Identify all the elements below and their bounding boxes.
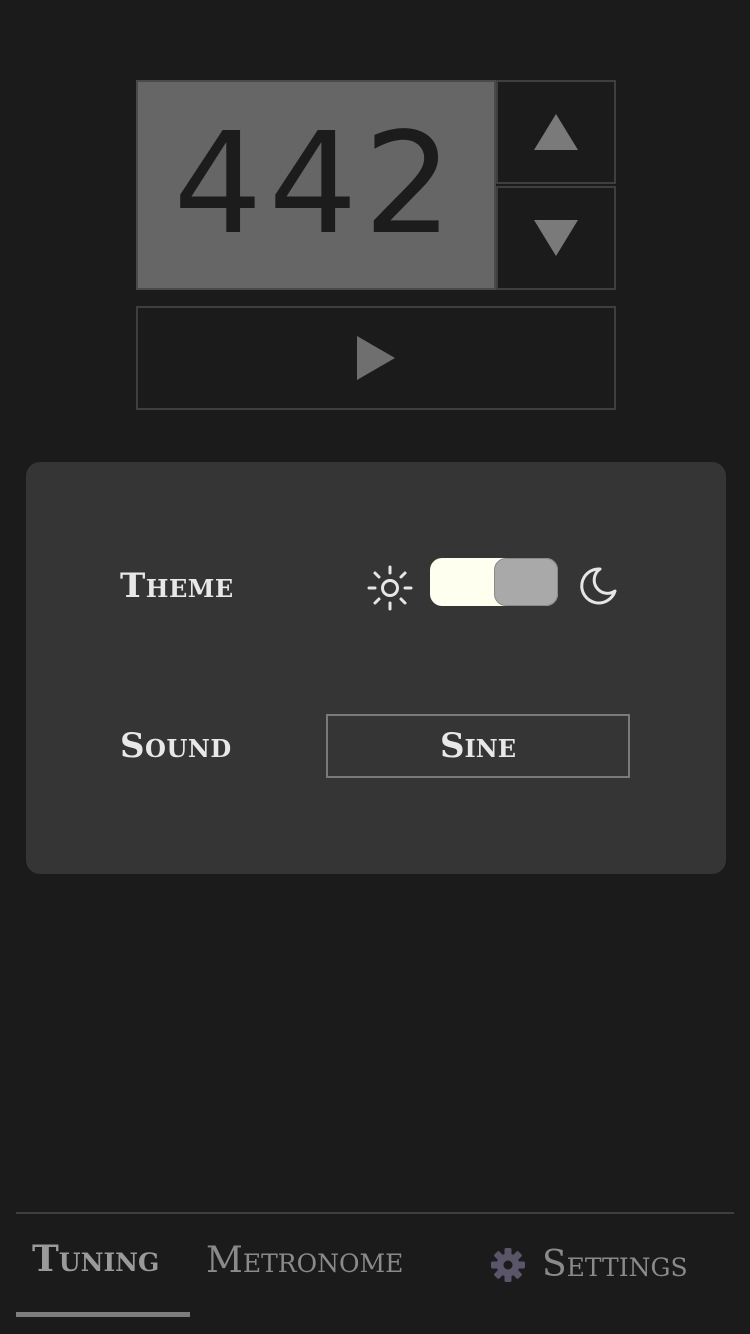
frequency-display: 442	[136, 80, 496, 290]
triangle-up-icon	[534, 114, 578, 150]
sound-label: Sound	[120, 726, 232, 766]
frequency-value: 442	[173, 103, 459, 266]
play-icon	[357, 336, 395, 380]
sound-select[interactable]: Sine	[326, 714, 630, 778]
tab-metronome-label: Metronome	[206, 1240, 404, 1281]
tab-settings-label: Settings	[542, 1244, 688, 1285]
frequency-up-button[interactable]	[496, 80, 616, 184]
nav-divider	[16, 1212, 734, 1214]
tab-tuning[interactable]: Tuning	[32, 1238, 159, 1280]
theme-toggle-knob	[494, 558, 558, 606]
settings-panel: Theme Sound Sine	[26, 462, 726, 874]
play-button[interactable]	[136, 306, 616, 410]
theme-label: Theme	[120, 566, 234, 606]
sound-select-value: Sine	[439, 726, 516, 766]
tab-settings[interactable]: Settings	[490, 1244, 688, 1285]
triangle-down-icon	[534, 220, 578, 256]
moon-icon	[580, 567, 617, 605]
tab-metronome[interactable]: Metronome	[206, 1240, 403, 1281]
active-tab-indicator	[16, 1312, 190, 1317]
gear-icon	[490, 1247, 526, 1283]
frequency-down-button[interactable]	[496, 186, 616, 290]
theme-toggle[interactable]	[430, 558, 558, 606]
sun-icon	[367, 565, 413, 611]
tab-tuning-label: Tuning	[32, 1238, 160, 1280]
tuner-page: 442 Theme Sound Sine Tuning Metronome Se…	[0, 0, 750, 1334]
